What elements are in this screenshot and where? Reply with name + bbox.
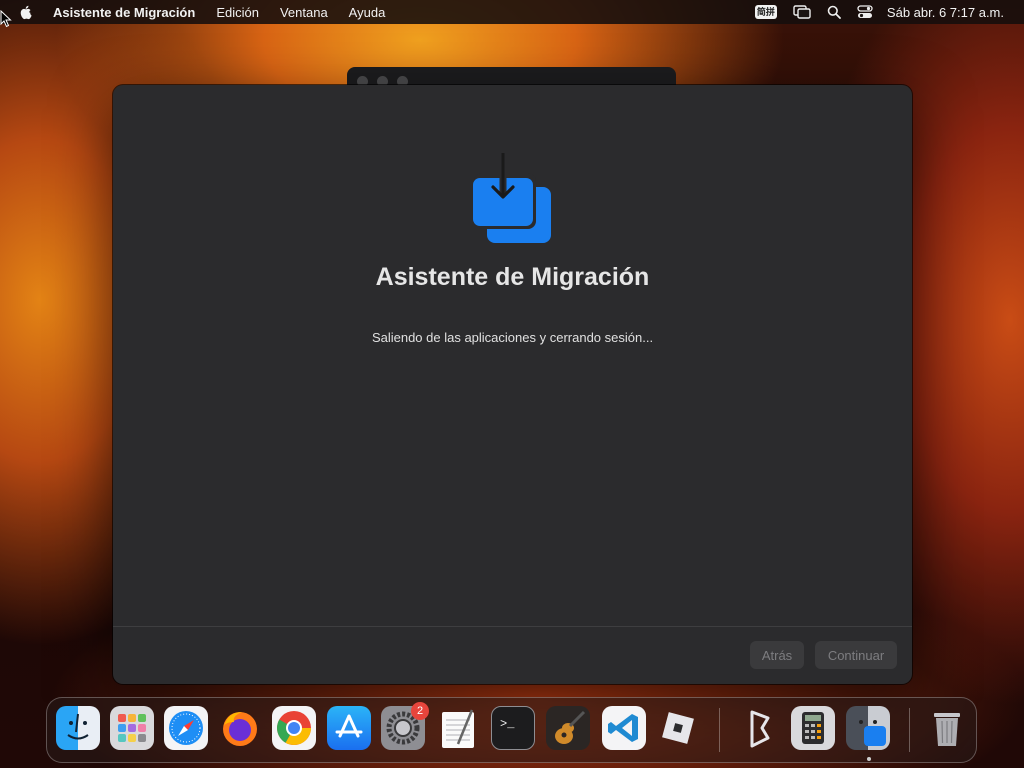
dock-safari-icon[interactable] <box>164 706 208 750</box>
input-method-label: 简拼 <box>754 5 777 19</box>
status-message: Saliendo de las aplicaciones y cerrando … <box>371 330 654 345</box>
input-method-icon[interactable]: 简拼 <box>754 5 777 19</box>
mouse-cursor-icon <box>0 10 12 28</box>
menu-edit[interactable]: Edición <box>216 5 259 20</box>
dock-textedit-icon[interactable] <box>436 706 480 750</box>
dock-chrome-icon[interactable] <box>272 706 316 750</box>
menu-bar: Asistente de Migración Edición Ventana A… <box>0 0 1024 24</box>
continue-button[interactable]: Continuar <box>815 641 897 669</box>
dock-calculator-icon[interactable] <box>791 706 835 750</box>
migration-assistant-window: Asistente de Migración Saliendo de las a… <box>113 85 912 684</box>
menu-window[interactable]: Ventana <box>280 5 328 20</box>
dock-migration-assistant-icon[interactable] <box>846 706 890 750</box>
spotlight-search-icon[interactable] <box>827 5 841 19</box>
dock-launchpad-icon[interactable] <box>110 706 154 750</box>
menu-app-name[interactable]: Asistente de Migración <box>53 5 195 20</box>
screen-mirroring-icon[interactable] <box>793 5 811 19</box>
menu-help[interactable]: Ayuda <box>349 5 386 20</box>
menu-clock[interactable]: Sáb abr. 6 7:17 a.m. <box>887 5 1004 20</box>
dock-system-settings-icon[interactable]: 2 <box>381 702 429 750</box>
svg-text:>_: >_ <box>500 717 515 731</box>
footer-divider <box>113 626 912 627</box>
dock-firefox-icon[interactable] <box>218 706 262 750</box>
dock-separator <box>909 708 910 752</box>
dock-app-store-icon[interactable] <box>327 706 371 750</box>
back-button[interactable]: Atrás <box>750 641 804 669</box>
dock-separator <box>719 708 720 752</box>
dock-bitwarden-icon[interactable] <box>738 706 782 750</box>
dock: 2 >_ <box>46 697 977 763</box>
settings-badge: 2 <box>411 702 429 720</box>
dock-trash-icon[interactable] <box>925 706 969 750</box>
running-indicator <box>867 757 871 761</box>
dock-roblox-icon[interactable] <box>656 706 700 750</box>
dock-finder-icon[interactable] <box>56 706 100 750</box>
window-title: Asistente de Migración <box>375 263 650 291</box>
control-center-icon[interactable] <box>857 5 873 19</box>
migration-assistant-icon <box>473 153 551 243</box>
dock-terminal-icon[interactable]: >_ <box>491 706 535 750</box>
dock-vscode-icon[interactable] <box>602 706 646 750</box>
apple-menu-icon[interactable] <box>18 4 34 20</box>
dock-garageband-icon[interactable] <box>546 706 590 750</box>
